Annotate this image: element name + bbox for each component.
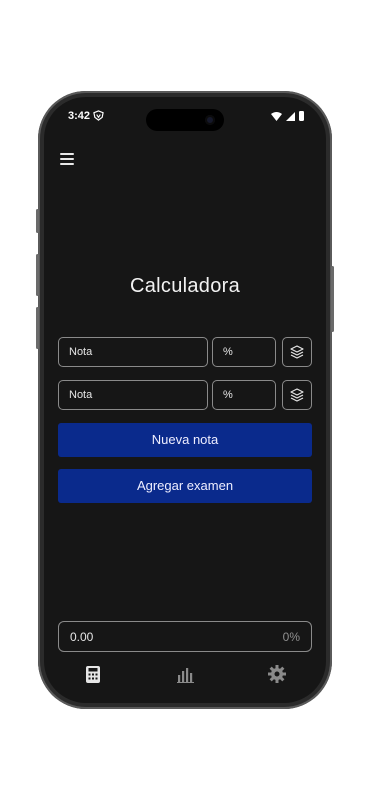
percent-placeholder: % [223, 346, 233, 358]
new-grade-button[interactable]: Nueva nota [58, 423, 312, 457]
result-field: 0.00 0% [58, 621, 312, 652]
result-percent: 0% [282, 630, 300, 644]
page-title: Calculadora [129, 275, 241, 297]
phone-side-button [36, 209, 39, 233]
grade-input[interactable]: Nota [58, 337, 208, 367]
chart-icon [176, 667, 194, 683]
grade-input[interactable]: Nota [58, 380, 208, 410]
phone-side-button [36, 307, 39, 349]
phone-side-button [331, 266, 334, 332]
status-time: 3:42 [68, 110, 91, 122]
add-exam-button[interactable]: Agregar examen [58, 469, 312, 503]
phone-side-button [36, 254, 39, 296]
layers-icon [290, 388, 304, 402]
nav-item-settings[interactable] [257, 662, 297, 686]
layers-button[interactable] [282, 380, 312, 410]
calculator-icon [86, 665, 100, 683]
layers-button[interactable] [282, 337, 312, 367]
percent-input[interactable]: % [212, 380, 276, 410]
wifi-icon [271, 111, 282, 121]
result-value: 0.00 [70, 630, 94, 644]
percent-placeholder: % [223, 389, 233, 401]
bottom-nav [44, 657, 326, 693]
battery-icon [299, 111, 304, 121]
vpn-shield-icon [93, 110, 104, 121]
gear-icon [268, 665, 286, 683]
grade-placeholder: Nota [69, 346, 93, 358]
signal-icon [286, 111, 295, 121]
app-screen: 3:42 Calculadora Nota % Nota % Nueva not… [44, 97, 326, 703]
layers-icon [290, 345, 304, 359]
camera [205, 115, 215, 125]
status-icons [271, 111, 304, 121]
nav-item-stats[interactable] [165, 662, 205, 686]
dynamic-island [146, 109, 224, 131]
grade-placeholder: Nota [69, 389, 93, 401]
menu-icon[interactable] [60, 153, 74, 165]
nav-item-calculator[interactable] [73, 662, 113, 686]
percent-input[interactable]: % [212, 337, 276, 367]
